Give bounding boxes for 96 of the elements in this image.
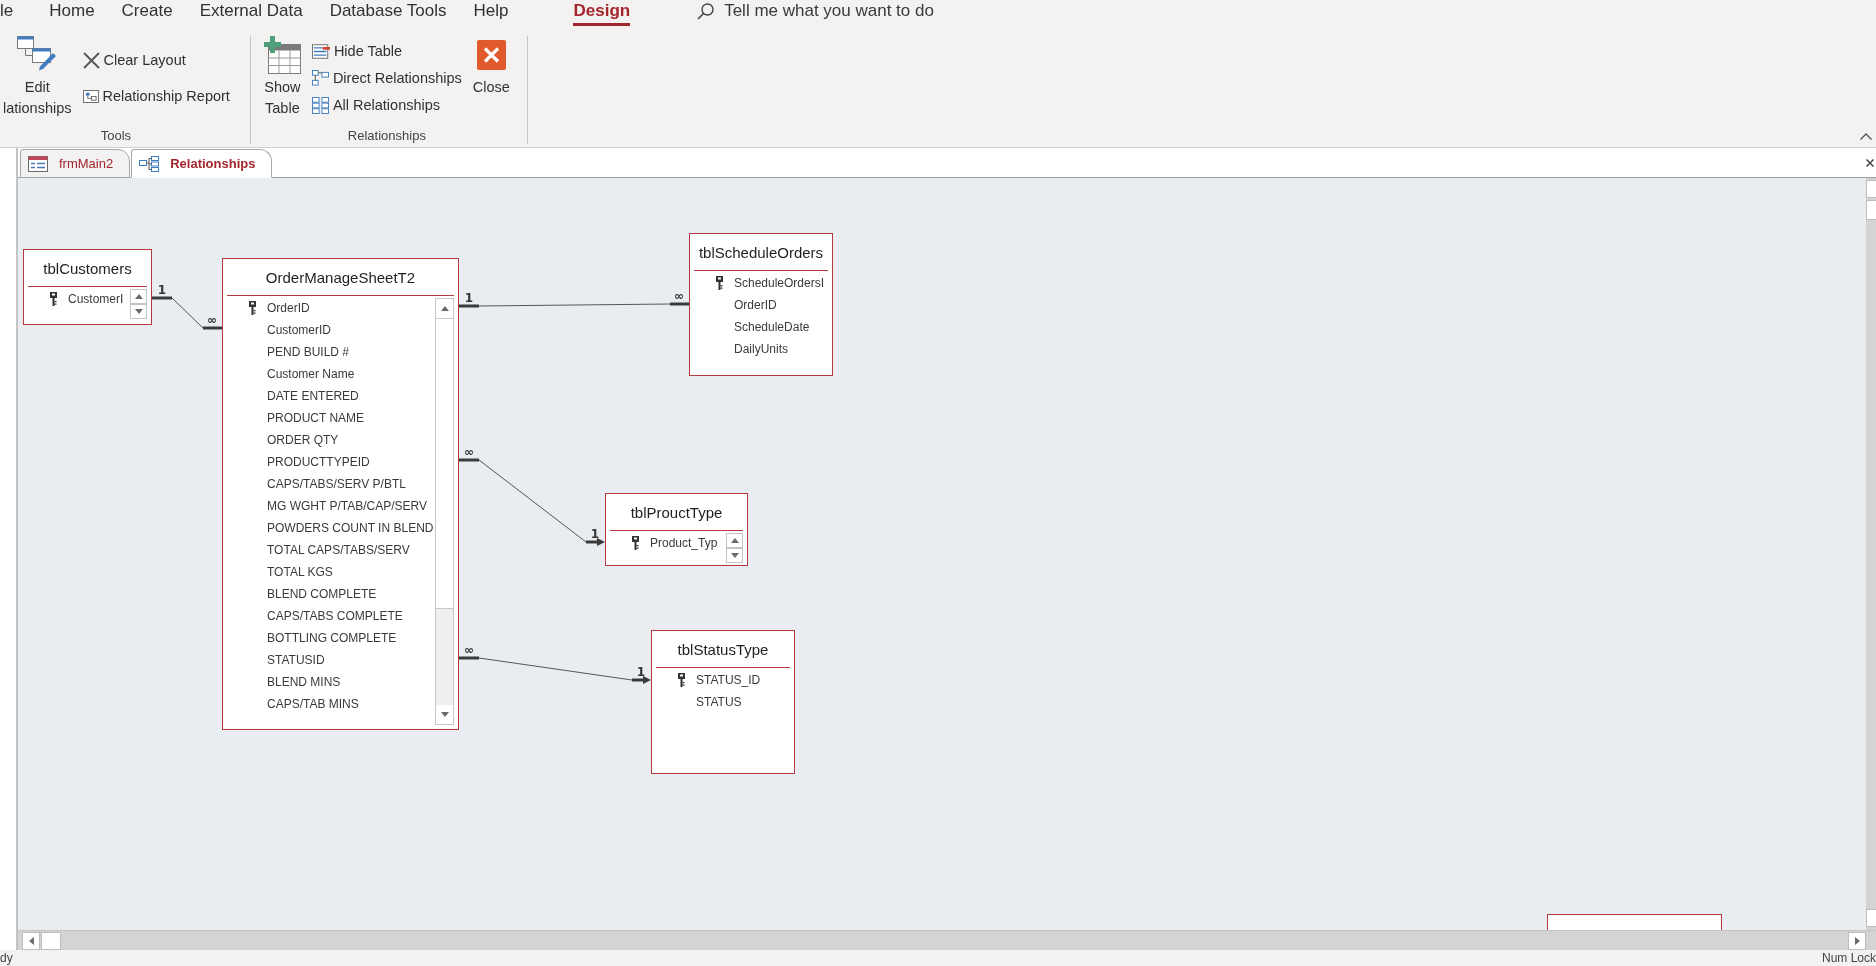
field-name: STATUS_ID [696, 673, 761, 687]
field-name: TOTAL KGS [267, 565, 333, 579]
cardinality-label: 1 [636, 665, 646, 679]
table-title: tblScheduleOrders [698, 243, 824, 261]
ribbon-button[interactable]: Edit lationships [0, 36, 75, 119]
field-name: BLEND COMPLETE [267, 587, 377, 601]
triangle-up-icon [440, 306, 449, 311]
scroll-thumb[interactable] [436, 318, 453, 609]
field-name: Customer Name [267, 367, 355, 381]
table-plus-icon [263, 36, 301, 74]
field-name: ScheduleOrdersI [734, 276, 825, 290]
field-name: BLEND MINS [267, 675, 341, 689]
ribbon-tab[interactable]: Help [473, 0, 509, 26]
ribbon-tab[interactable]: Home [49, 0, 95, 26]
scroll-down-button[interactable] [726, 548, 743, 563]
table-title: tblCustomers [43, 259, 132, 277]
field-name: CAPS/TABS COMPLETE [267, 609, 403, 623]
ribbon-button[interactable]: Show Table [260, 36, 304, 119]
status-text: Num Lock [1821, 951, 1876, 965]
field-name: ScheduleDate [734, 320, 810, 334]
field-name: CAPS/TAB MINS [267, 697, 359, 711]
form-icon [28, 155, 48, 172]
cardinality-label: ∞ [207, 313, 217, 327]
field-name: DailyUnits [734, 342, 788, 356]
scroll-right-button[interactable] [1848, 931, 1866, 950]
scroll-up-button[interactable] [436, 299, 453, 318]
triangle-down-icon [134, 309, 143, 314]
ribbon-tab[interactable]: Design [573, 0, 631, 26]
group-label: Tools [100, 128, 132, 144]
diagram-icon [139, 155, 160, 172]
tell-me-field[interactable]: Tell me what you want to do [724, 1, 975, 21]
vertical-scrollbar[interactable] [1866, 178, 1876, 930]
field-name: DATE ENTERED [267, 389, 359, 403]
scroll-up-button[interactable] [726, 533, 743, 548]
field-name: PEND BUILD # [267, 345, 350, 359]
field-name: TOTAL CAPS/TABS/SERV [267, 543, 410, 557]
table-title: tblProuctType [630, 503, 723, 521]
ribbon-button[interactable]: All Relationships [309, 93, 443, 117]
scroll-down-button[interactable] [436, 705, 453, 724]
scroll-thumb[interactable] [1866, 200, 1876, 220]
field-name: MG WGHT P/TAB/CAP/SERV [267, 499, 428, 513]
field-name: CustomerI [68, 292, 124, 306]
cross-icon [82, 51, 100, 69]
field-name: POWDERS COUNT IN BLEND [267, 521, 434, 535]
field-name: PRODUCT NAME [267, 411, 365, 425]
triangle-down-icon [730, 553, 739, 558]
scrollbar[interactable] [435, 298, 454, 725]
triangle-right-icon [1854, 936, 1860, 945]
cardinality-label: ∞ [464, 445, 474, 459]
triangle-left-icon [28, 936, 34, 945]
field-name: CustomerID [267, 323, 331, 337]
table-title: OrderManageSheetT2 [265, 268, 416, 286]
close-icon [476, 40, 506, 70]
triangle-up-icon [730, 538, 739, 543]
field-name: STATUS [696, 695, 742, 709]
scroll-thumb[interactable] [41, 931, 61, 950]
ribbon-button[interactable]: Close [469, 36, 513, 98]
cardinality-label: 1 [590, 527, 600, 541]
cardinality-label: 1 [157, 283, 167, 297]
ribbon-tab[interactable]: Create [121, 0, 173, 26]
report-icon [82, 89, 99, 103]
ribbon-tab[interactable]: Database Tools [329, 0, 447, 26]
field-name: BOTTLING COMPLETE [267, 631, 397, 645]
field-name: Product_Typ [650, 536, 718, 550]
ribbon-tab[interactable]: le [0, 0, 14, 26]
cardinality-label: ∞ [464, 643, 474, 657]
document-tab[interactable]: Relationships [131, 149, 273, 178]
linked-boxes-icon [311, 70, 329, 86]
box-grid-icon [311, 96, 329, 114]
ribbon-tab[interactable]: External Data [199, 0, 303, 26]
scroll-up-button[interactable] [130, 289, 147, 304]
document-tab[interactable]: frmMain2 [20, 149, 131, 178]
status-text: dy [0, 951, 13, 965]
ribbon-button[interactable]: Relationship Report [80, 84, 232, 108]
cardinality-label: 1 [464, 291, 474, 305]
field-name: CAPS/TABS/SERV P/BTL [267, 477, 406, 491]
chevron-up-icon[interactable] [1860, 133, 1872, 140]
search-icon [697, 2, 715, 20]
triangle-down-icon [440, 712, 449, 717]
horizontal-scrollbar[interactable] [18, 930, 1876, 950]
field-name: OrderID [734, 298, 777, 312]
field-name: STATUSID [267, 653, 325, 667]
triangle-up-icon [134, 294, 143, 299]
table-minus-icon [311, 43, 330, 59]
field-name: PRODUCTTYPEID [267, 455, 370, 469]
scroll-down-button[interactable] [130, 304, 147, 319]
ribbon-button[interactable]: Direct Relationships [309, 66, 464, 90]
table-title: tblStatusType [677, 640, 769, 658]
cardinality-label: ∞ [674, 289, 684, 303]
group-label: Relationships [347, 128, 426, 144]
ribbon-button[interactable]: Clear Layout [80, 48, 188, 72]
close-icon[interactable] [1866, 158, 1874, 167]
ribbon-button[interactable]: Hide Table [309, 39, 405, 63]
scroll-left-button[interactable] [22, 931, 40, 950]
field-name: ORDER QTY [267, 433, 339, 447]
field-name: OrderID [267, 301, 310, 315]
